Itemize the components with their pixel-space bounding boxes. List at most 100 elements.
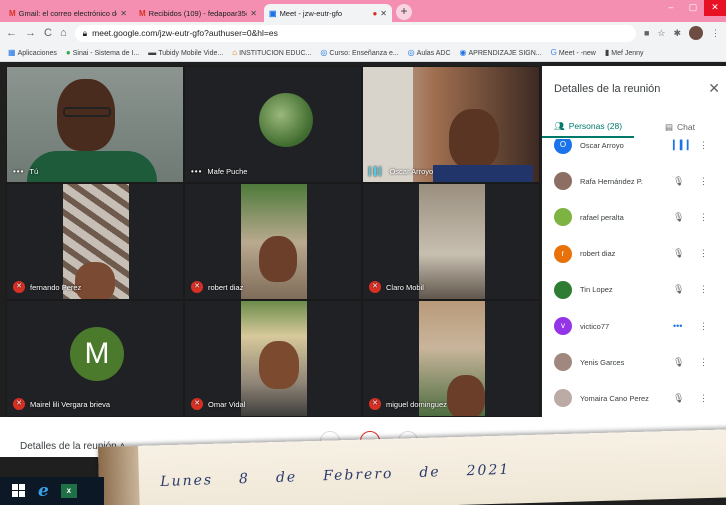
mic-off-icon: ✕	[369, 281, 381, 293]
video-tile[interactable]: ✕ fernando Perez	[6, 183, 184, 300]
more-vert-icon[interactable]: ⋮	[699, 212, 708, 223]
extensions-icon[interactable]: ✱	[673, 28, 681, 39]
close-icon[interactable]: ✕	[380, 9, 387, 18]
people-icon: 👥︎	[553, 120, 565, 131]
avatar: O	[554, 139, 572, 155]
video-tile[interactable]: ✕ Claro Mobil	[362, 183, 540, 300]
mic-off-icon: 🎙︎	[673, 392, 685, 403]
more-vert-icon[interactable]: ⋮	[699, 357, 708, 368]
video-tile[interactable]: ▎▍▎ Oscar Arroyo	[362, 66, 540, 183]
participant-name: fernando Perez	[30, 282, 82, 292]
camera-indicator-icon[interactable]: ■	[644, 28, 649, 38]
more-vert-icon[interactable]: ⋮	[699, 393, 708, 404]
more-vert-icon[interactable]: ⋮	[699, 176, 708, 187]
participant-video	[447, 375, 485, 416]
tab-chat[interactable]: ▤ Chat	[634, 116, 726, 138]
video-tile[interactable]: M ✕ Mairel lili Vergara brieva	[6, 300, 184, 417]
maximize-icon[interactable]: ▢	[682, 0, 704, 16]
bookmark-apps[interactable]: ▦ Aplicaciones	[8, 48, 57, 57]
bookmark-label: Mef Jenny	[611, 50, 644, 57]
list-item[interactable]: r robert diaz 🎙︎ ⋮	[542, 236, 726, 272]
new-tab-button[interactable]: +	[396, 4, 412, 20]
mic-off-icon: 🎙︎	[673, 284, 685, 295]
more-vert-icon[interactable]: ⋮	[699, 248, 708, 259]
participant-name: Mafe Puche	[207, 167, 248, 176]
close-icon[interactable]: ✕	[708, 80, 720, 97]
participant-name: Tin Lopez	[580, 285, 613, 295]
excel-icon[interactable]: x	[60, 484, 77, 498]
list-item[interactable]: Rafa Hernández P. 🎙︎ ⋮	[542, 163, 726, 199]
list-item[interactable]: Yenis Garces 🎙︎ ⋮	[542, 344, 726, 380]
speaking-indicator-icon: ▎▍▎	[673, 139, 694, 150]
note-word: Lunes	[160, 472, 214, 490]
video-tile[interactable]: ••• Mafe Puche	[184, 66, 362, 183]
mic-off-icon: ✕	[191, 281, 203, 293]
minimize-icon[interactable]: –	[660, 0, 682, 16]
tab-meet[interactable]: ▣ Meet - jzw-eutr-gfo ● ✕	[264, 4, 392, 22]
list-item[interactable]: Tin Lopez 🎙︎ ⋮	[542, 272, 726, 308]
note-word: 2021	[466, 461, 511, 480]
bookmark-tubidy[interactable]: ▬ Tubidy Mobile Vide...	[148, 48, 223, 57]
speaking-indicator-icon: ▎▍▎	[369, 167, 386, 176]
participant-initial-avatar: M	[70, 327, 124, 381]
more-dots-icon[interactable]: •••	[191, 167, 202, 176]
avatar: v	[554, 317, 572, 336]
participants-list: O Oscar Arroyo ▎▍▎ ⋮ Rafa Hernández P. 🎙…	[542, 139, 726, 417]
internet-explorer-icon[interactable]: e	[38, 481, 49, 501]
participant-shirt	[433, 165, 533, 182]
reload-icon[interactable]: C	[44, 27, 52, 39]
list-item[interactable]: Yomaira Cano Perez 🎙︎ ⋮	[542, 380, 726, 416]
background-wall	[419, 184, 485, 299]
more-dots-icon[interactable]: •••	[13, 167, 24, 176]
tab-people[interactable]: 👥︎ Personas (28)	[542, 116, 634, 138]
more-vert-icon[interactable]: ⋮	[699, 321, 708, 332]
bookmark-label: Aplicaciones	[17, 50, 57, 57]
close-icon[interactable]: ✕	[250, 9, 257, 18]
more-vert-icon[interactable]: ⋮	[699, 140, 708, 151]
list-item[interactable]: rafael peralta 🎙︎ ⋮	[542, 199, 726, 235]
tab-recibidos[interactable]: M Recibidos (109) - fedapoar35@gm ✕	[134, 4, 262, 22]
close-icon[interactable]: ✕	[120, 9, 127, 18]
tab-title: Recibidos (109) - fedapoar35@gm	[148, 8, 248, 18]
bookmark-label: Meet - -new	[558, 50, 596, 57]
star-icon[interactable]: ☆	[657, 28, 665, 39]
list-item[interactable]: v victico77 ••• ⋮	[542, 308, 726, 344]
participant-name: Omar Vidal	[208, 399, 246, 409]
panel-title: Detalles de la reunión	[554, 83, 661, 95]
more-vert-icon[interactable]: ⋮	[699, 284, 708, 295]
tab-title: Gmail: el correo electrónico de G	[18, 8, 118, 18]
mic-off-icon: ✕	[191, 398, 203, 410]
menu-icon[interactable]: ⋮	[711, 28, 720, 39]
video-tile[interactable]: ✕ robert diaz	[184, 183, 362, 300]
url-text: meet.google.com/jzw-eutr-gfo?authuser=0&…	[92, 28, 278, 38]
bookmark-mef[interactable]: ▮ Mef Jenny	[605, 48, 644, 57]
bookmark-sinai[interactable]: ● Sinai - Sistema de I...	[66, 48, 139, 57]
mic-off-icon: 🎙︎	[673, 175, 685, 186]
tile-label: ✕ miguel dominguez	[369, 398, 447, 410]
bookmark-institucion[interactable]: ⌂ INSTITUCION EDUC...	[232, 48, 311, 57]
participant-video	[259, 341, 299, 389]
bookmark-curso[interactable]: ◎ Curso: Enseñanza e...	[320, 48, 398, 57]
window-close-icon[interactable]: ✕	[704, 0, 726, 16]
lock-icon: 🔒︎	[82, 27, 88, 38]
window-controls: – ▢ ✕	[660, 0, 726, 16]
bookmark-aprendizaje[interactable]: ◉ APRENDIZAJE SIGN...	[460, 48, 542, 57]
bookmark-aulas[interactable]: ◎ Aulas ADC	[408, 48, 451, 57]
participant-name: Rafa Hernández P.	[580, 176, 643, 186]
tab-gmail[interactable]: M Gmail: el correo electrónico de G ✕	[4, 4, 132, 22]
profile-avatar[interactable]	[689, 26, 703, 40]
video-tile[interactable]: ✕ miguel dominguez	[362, 300, 540, 417]
bookmark-label: INSTITUCION EDUC...	[239, 50, 312, 57]
home-icon[interactable]: ⌂	[60, 27, 67, 39]
url-input[interactable]: 🔒︎ meet.google.com/jzw-eutr-gfo?authuser…	[74, 24, 636, 42]
bookmark-meet[interactable]: G Meet - -new	[551, 48, 596, 57]
back-icon[interactable]: ←	[6, 27, 17, 39]
video-tile[interactable]: ••• Tú	[6, 66, 184, 183]
video-tile[interactable]: ✕ Omar Vidal	[184, 300, 362, 417]
tile-label: ••• Mafe Puche	[191, 167, 247, 176]
list-item[interactable]: O Oscar Arroyo ▎▍▎ ⋮	[542, 139, 726, 163]
forward-icon[interactable]: →	[25, 27, 36, 39]
tab-label: Chat	[677, 122, 695, 132]
windows-start-icon[interactable]	[12, 484, 26, 498]
glasses	[63, 107, 111, 117]
